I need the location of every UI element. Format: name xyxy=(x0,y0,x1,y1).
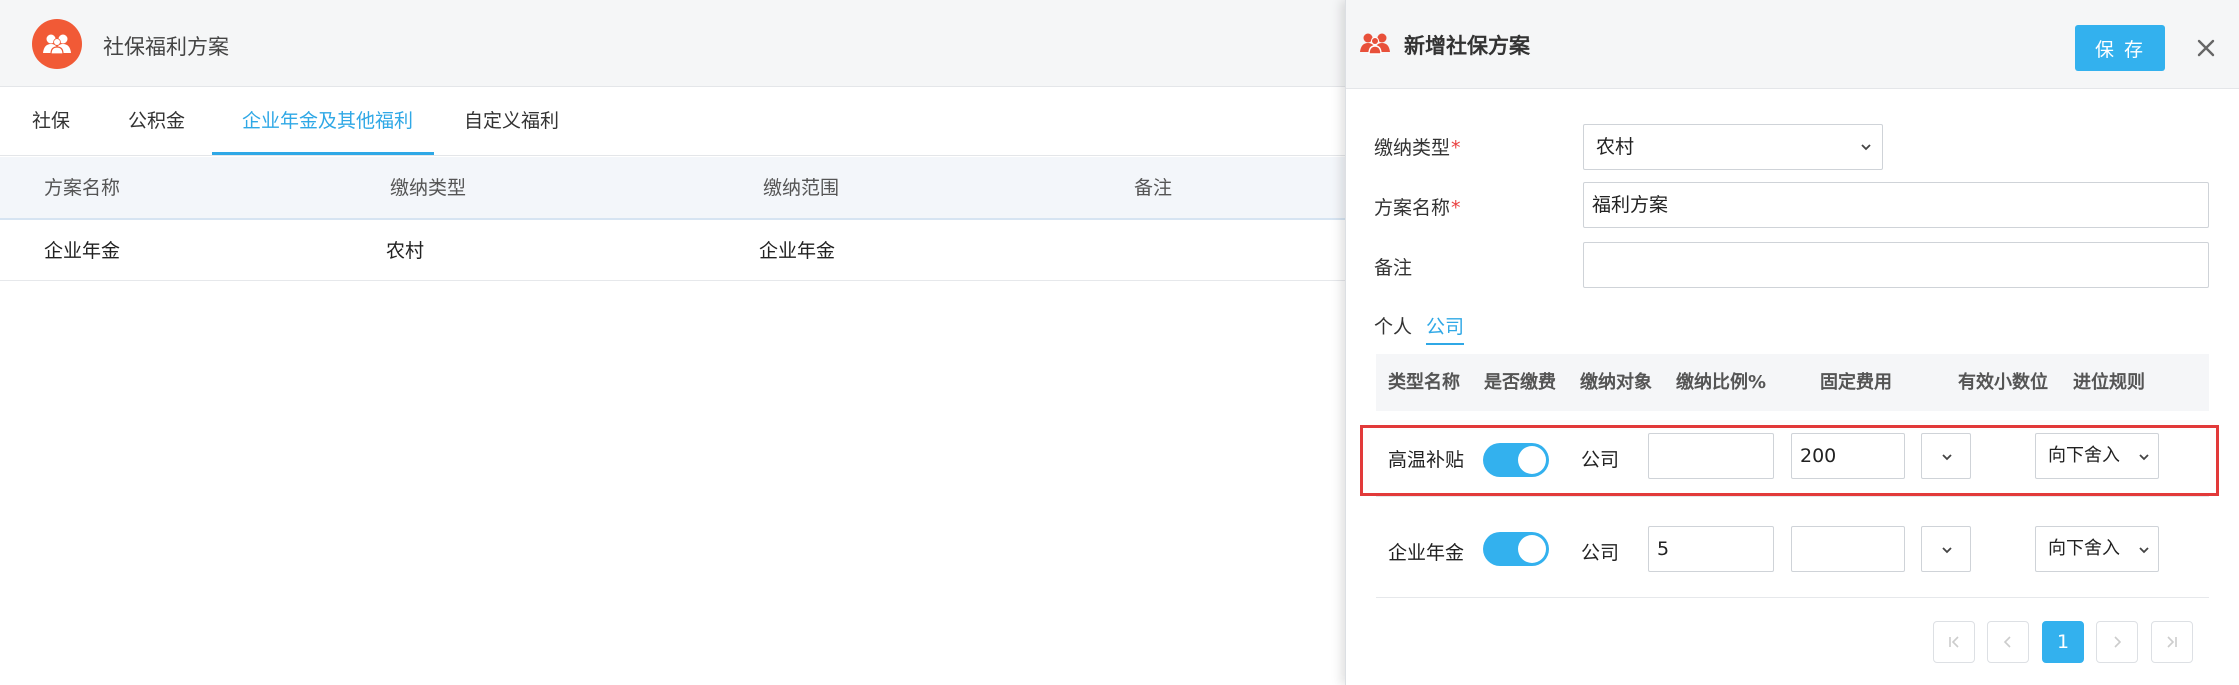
cell-pay-type: 农村 xyxy=(386,240,425,262)
table-row[interactable]: 企业年金 农村 企业年金 xyxy=(0,221,1345,281)
tab-bar: 社保 公积金 企业年金及其他福利 自定义福利 xyxy=(0,88,1345,156)
page-header: 社保福利方案 xyxy=(0,0,1345,87)
drawer-title: 新增社保方案 xyxy=(1404,34,1530,58)
table-header: 方案名称 缴纳类型 缴纳范围 备注 xyxy=(0,157,1345,220)
grid-col-ratio: 缴纳比例% xyxy=(1676,372,1767,393)
grid-col-rounding: 进位规则 xyxy=(2073,372,2145,393)
close-icon[interactable] xyxy=(2191,33,2221,63)
row-target: 公司 xyxy=(1581,542,1620,564)
grid-col-target: 缴纳对象 xyxy=(1580,372,1652,393)
subtab-personal[interactable]: 个人 xyxy=(1374,312,1412,339)
first-page-icon xyxy=(1949,636,1959,648)
rounding-select[interactable]: 向下舍入 xyxy=(2035,526,2159,572)
column-header-plan-name: 方案名称 xyxy=(44,177,121,199)
grid-col-decimals: 有效小数位 xyxy=(1958,372,2048,393)
column-header-pay-scope: 缴纳范围 xyxy=(763,177,840,199)
chevron-down-icon xyxy=(1942,547,1952,554)
last-page-icon xyxy=(2167,636,2177,648)
grid-col-enabled: 是否缴费 xyxy=(1484,372,1556,393)
tab-housing-fund[interactable]: 公积金 xyxy=(128,88,185,155)
chevron-down-icon xyxy=(2139,547,2149,554)
decimals-select[interactable] xyxy=(1921,526,1971,572)
last-page-button[interactable] xyxy=(2151,621,2193,663)
cell-pay-scope: 企业年金 xyxy=(759,240,836,262)
rounding-value: 向下舍入 xyxy=(2048,538,2120,559)
required-mark: * xyxy=(1451,197,1461,219)
column-header-pay-type: 缴纳类型 xyxy=(390,177,467,199)
cell-plan-name: 企业年金 xyxy=(44,240,121,262)
save-button[interactable]: 保 存 xyxy=(2075,25,2165,71)
chevron-down-icon xyxy=(1861,144,1871,151)
tab-annuity-other[interactable]: 企业年金及其他福利 xyxy=(242,88,413,155)
chevron-left-icon xyxy=(2003,636,2011,648)
plan-name-label-text: 方案名称 xyxy=(1374,197,1451,219)
people-icon xyxy=(1360,33,1390,55)
grid-col-fixed-fee: 固定费用 xyxy=(1820,372,1892,393)
plan-name-input[interactable]: 福利方案 xyxy=(1583,182,2209,228)
app-title: 社保福利方案 xyxy=(103,35,229,59)
prev-page-button[interactable] xyxy=(1987,621,2029,663)
tab-custom-welfare[interactable]: 自定义福利 xyxy=(464,88,559,155)
add-plan-drawer: 新增社保方案 保 存 缴纳类型* 农村 方案名称* 福利方案 备注 个人 公司 … xyxy=(1345,0,2239,685)
column-header-remark: 备注 xyxy=(1134,177,1173,199)
first-page-button[interactable] xyxy=(1933,621,1975,663)
grid-col-type-name: 类型名称 xyxy=(1388,372,1460,393)
chevron-right-icon xyxy=(2114,636,2122,648)
grid-row: 企业年金 公司 5 向下舍入 xyxy=(1376,526,2209,598)
plan-name-label: 方案名称* xyxy=(1374,193,1461,220)
highlight-box xyxy=(1360,425,2219,496)
ratio-input[interactable]: 5 xyxy=(1648,526,1774,572)
pay-type-label-text: 缴纳类型 xyxy=(1374,137,1451,159)
tab-social-insurance[interactable]: 社保 xyxy=(32,88,70,155)
active-subtab-indicator xyxy=(1426,343,1464,345)
people-icon xyxy=(32,19,82,69)
grid-header: 类型名称 是否缴费 缴纳对象 缴纳比例% 固定费用 有效小数位 进位规则 xyxy=(1376,354,2209,411)
pay-type-value: 农村 xyxy=(1596,136,1635,158)
active-tab-indicator xyxy=(212,152,434,155)
required-mark: * xyxy=(1451,137,1461,159)
next-page-button[interactable] xyxy=(2096,621,2138,663)
drawer-header: 新增社保方案 保 存 xyxy=(1346,0,2239,89)
main-page: 社保福利方案 社保 公积金 企业年金及其他福利 自定义福利 方案名称 缴纳类型 … xyxy=(0,0,1345,685)
fixed-fee-input[interactable] xyxy=(1791,526,1905,572)
pay-type-select[interactable]: 农村 xyxy=(1583,124,1883,170)
pay-toggle[interactable] xyxy=(1483,532,1549,566)
row-type-name: 企业年金 xyxy=(1388,542,1465,564)
page-number-button[interactable]: 1 xyxy=(2042,621,2084,663)
pay-type-label: 缴纳类型* xyxy=(1374,133,1461,160)
ratio-value: 5 xyxy=(1657,538,1670,560)
remark-label: 备注 xyxy=(1374,257,1413,279)
remark-input[interactable] xyxy=(1583,242,2209,288)
plan-name-value: 福利方案 xyxy=(1592,194,1669,216)
subtab-company[interactable]: 公司 xyxy=(1426,312,1464,339)
toggle-knob xyxy=(1518,535,1546,563)
